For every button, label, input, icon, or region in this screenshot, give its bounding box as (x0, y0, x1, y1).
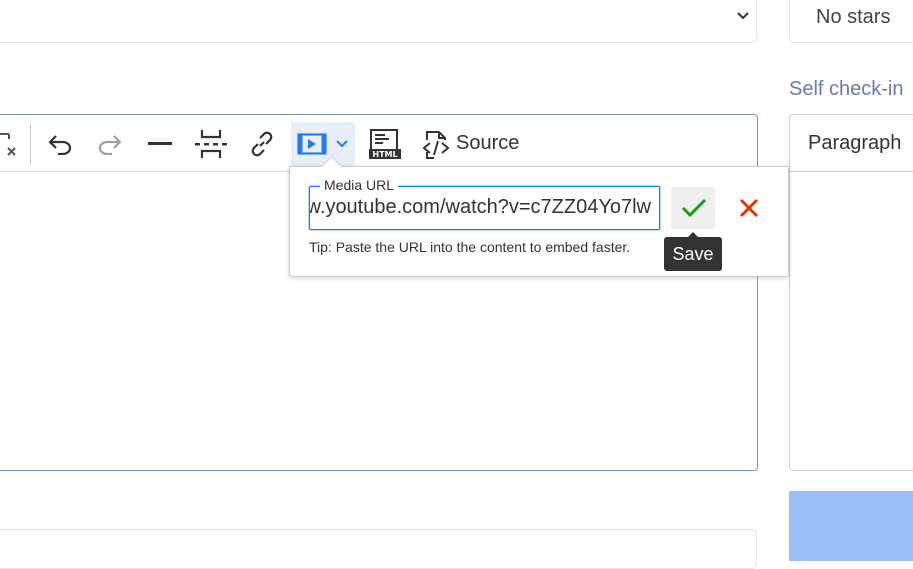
media-url-popup: Media URL https://www.youtube.com/watch?… (289, 155, 789, 277)
bottom-field[interactable] (0, 529, 757, 569)
secondary-editor-toolbar: Paragraph (790, 115, 913, 172)
self-check-in-label: Self check-in (789, 78, 904, 100)
save-tooltip-text: Save (672, 244, 714, 264)
svg-text:HTML: HTML (372, 150, 397, 159)
page-break-icon[interactable] (195, 129, 227, 159)
media-embed-icon (297, 133, 327, 155)
media-embed-button[interactable] (291, 122, 355, 166)
secondary-editor[interactable]: Paragraph (789, 114, 913, 471)
check-icon (681, 198, 707, 218)
media-url-tip: Tip: Paste the URL into the content to e… (309, 239, 631, 255)
rating-select-value: No stars (816, 6, 891, 28)
cancel-button[interactable] (727, 187, 771, 229)
chevron-down-icon[interactable] (335, 139, 349, 149)
media-url-input[interactable]: https://www.youtube.com/watch?v=c7ZZ04Yo… (310, 196, 657, 222)
close-icon (739, 198, 759, 218)
redo-icon[interactable] (97, 133, 123, 155)
tooltip-arrow (688, 232, 698, 237)
media-url-field[interactable]: Media URL https://www.youtube.com/watch?… (309, 177, 660, 230)
save-tooltip: Save (664, 232, 722, 271)
rating-select[interactable]: No stars (789, 0, 913, 43)
undo-icon[interactable] (47, 133, 73, 155)
horizontal-line-icon[interactable] (147, 141, 173, 147)
toolbar-separator (30, 124, 31, 164)
save-button[interactable] (671, 187, 715, 229)
link-icon[interactable] (249, 131, 275, 157)
editor-toolbar: HTML Source (0, 115, 757, 172)
remove-format-icon[interactable] (0, 131, 19, 157)
html-embed-icon[interactable]: HTML (369, 129, 401, 159)
source-button-label[interactable]: Source (456, 132, 519, 155)
media-url-label: Media URL (320, 177, 399, 193)
heading-select[interactable]: Paragraph (808, 132, 901, 155)
chevron-down-icon (737, 12, 749, 20)
top-select[interactable] (0, 0, 757, 43)
source-icon[interactable] (421, 128, 451, 160)
